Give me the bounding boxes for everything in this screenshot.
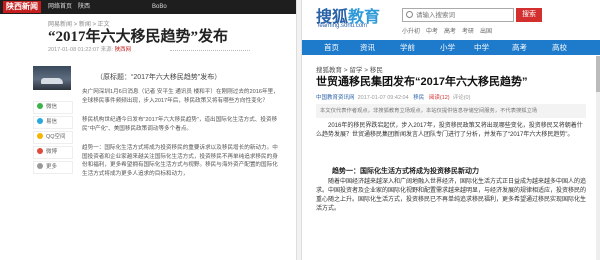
article-paragraph: 移民机构世纪通今日发布“2017年六大移民趋势”，道出国际化生活方式、投资移民“… xyxy=(82,117,278,132)
weibo-icon xyxy=(37,148,43,154)
search-box[interactable] xyxy=(402,8,514,22)
nav-item[interactable]: BoBo xyxy=(152,2,167,12)
search-input[interactable] xyxy=(416,10,512,20)
nav-tab-preschool[interactable]: 学前 xyxy=(400,40,415,55)
nav-tab-home[interactable]: 首页 xyxy=(324,40,339,55)
article-title: “2017年六大移民趋势”发布 xyxy=(48,29,229,45)
view-count: 阅读(12) xyxy=(428,95,450,101)
subnav-item[interactable]: 小升初 xyxy=(402,26,420,35)
nav-tab-middle-school[interactable]: 中学 xyxy=(474,40,489,55)
more-icon xyxy=(37,163,43,169)
wechat-icon xyxy=(37,103,43,109)
nav-tab-university[interactable]: 高校 xyxy=(552,40,567,55)
qzone-icon xyxy=(37,133,43,139)
nav-tab-news[interactable]: 资讯 xyxy=(360,40,375,55)
right-browser-pane: 搜狐教育 learning.sohu.com 搜索 小升初 中考 高考 考研 出… xyxy=(302,0,600,260)
article-paragraph: 趋势一：国际化生活方式将成为投资移民的重要诉求以及移民增长的新动力。中国投资者和… xyxy=(82,145,278,177)
subnav-item[interactable]: 高考 xyxy=(444,26,456,35)
article-paragraph: 随着中国经济越来越深入和广阔地融入世界经济，国际化生活方式正日益成为越来越多中国… xyxy=(316,179,587,212)
meta-divider xyxy=(170,45,250,51)
yixin-icon xyxy=(37,118,43,124)
original-title: （原标题：“2017年六大移民趋势”发布） xyxy=(96,74,222,81)
article-paragraph: 2016年的移民界跌宕起伏，步入2017年，投资移民政策又将出现哪些变化，投资移… xyxy=(316,123,583,138)
nav-item[interactable]: 陕西 xyxy=(78,2,90,12)
share-yixin-button[interactable]: 易信 xyxy=(33,116,73,129)
section-heading: 趋势一：国际化生活方式将成为投资移民新动力 xyxy=(332,168,479,175)
site-logo[interactable]: 陕西新闻 xyxy=(3,1,41,13)
subnav-item[interactable]: 中考 xyxy=(426,26,438,35)
nav-tab-primary[interactable]: 小学 xyxy=(440,40,455,55)
share-panel: 微信 易信 QQ空间 微博 更多 xyxy=(33,101,73,176)
search-icon xyxy=(406,11,413,18)
share-more-button[interactable]: 更多 xyxy=(33,161,73,174)
article-meta: 2017-01-08 01:22:07 来源: 陕西网 xyxy=(48,45,131,53)
top-nav-bar: 陕西新闻 网络首页 陕西 BoBo xyxy=(0,0,296,14)
article-meta: 中国教育资讯网 2017-01-07 09:42:04 移民 阅读(12) 评论… xyxy=(316,93,586,101)
nav-tab-gaokao[interactable]: 高考 xyxy=(512,40,527,55)
subnav-item[interactable]: 出国 xyxy=(480,26,492,35)
search-button[interactable]: 搜索 xyxy=(516,8,542,22)
main-nav-bar: 首页 资讯 学前 小学 中学 高考 高校 xyxy=(302,40,600,55)
left-browser-pane: 陕西新闻 网络首页 陕西 BoBo 网易新闻 > 新闻 > 正文 “2017年六… xyxy=(0,0,296,260)
article-source-link[interactable]: 陕西网 xyxy=(115,47,132,53)
car-shape xyxy=(41,78,63,84)
article-thumbnail-image xyxy=(33,66,71,90)
disclaimer-box: 本文仅代表作者观点，非搜狐教育立场观点，本站仅提供信息存储空间服务，不代表搜狐立… xyxy=(316,104,586,118)
comment-count[interactable]: 评论(0) xyxy=(453,95,471,101)
subnav-item[interactable]: 考研 xyxy=(462,26,474,35)
share-wechat-button[interactable]: 微信 xyxy=(33,101,73,114)
article-source-link[interactable]: 中国教育资讯网 xyxy=(316,95,355,101)
share-weibo-button[interactable]: 微博 xyxy=(33,146,73,159)
share-qzone-button[interactable]: QQ空间 xyxy=(33,131,73,144)
site-url: learning.sohu.com xyxy=(318,23,368,29)
article-date: 2017-01-07 09:42:04 xyxy=(357,95,409,101)
article-date: 2017-01-08 01:22:07 来源: xyxy=(48,47,114,53)
article-paragraph: 央广网深圳1月6日消息（记者 安平生 通讯员 楼和平）在刚刚过去的2016年里，… xyxy=(82,89,279,104)
article-tag-link[interactable]: 移民 xyxy=(413,95,424,101)
nav-item[interactable]: 网络首页 xyxy=(48,2,72,12)
scrollbar-thumb[interactable] xyxy=(596,56,600,92)
article-title: 世贸通移民集团发布“2017年六大移民趋势” xyxy=(316,76,528,88)
